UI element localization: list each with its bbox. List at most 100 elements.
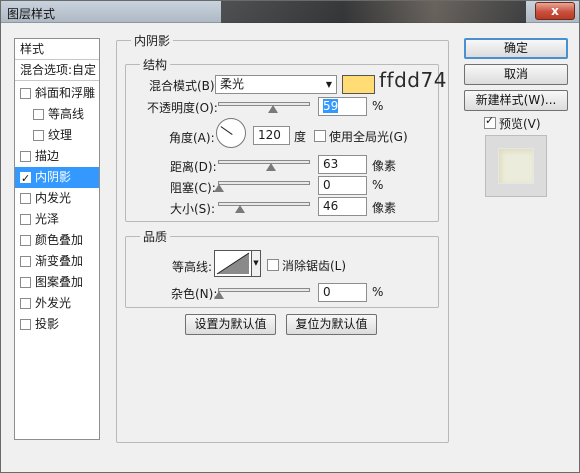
angle-label: 角度(A): xyxy=(169,131,215,145)
style-item-12[interactable]: 投影 xyxy=(15,314,99,335)
contour-dropdown-button[interactable]: ▼ xyxy=(252,250,261,277)
opacity-slider-handle[interactable] xyxy=(268,105,278,113)
choke-label: 阻塞(C): xyxy=(170,181,216,195)
preview-label: 预览(V) xyxy=(499,117,541,131)
distance-label: 距离(D): xyxy=(170,160,217,174)
layer-style-dialog: 图层样式 x 样式 混合选项:自定 斜面和浮雕等高线纹理描边内阴影内发光光泽颜色… xyxy=(0,0,580,473)
style-item-7[interactable]: 光泽 xyxy=(15,209,99,230)
new-style-button[interactable]: 新建样式(W)... xyxy=(464,90,568,111)
noise-slider[interactable] xyxy=(218,288,310,292)
choke-slider[interactable] xyxy=(218,181,310,185)
inner-shadow-title: 内阴影 xyxy=(131,32,174,49)
make-default-button[interactable]: 设置为默认值 xyxy=(185,314,276,335)
contour-curve-icon xyxy=(216,252,250,275)
style-item-8[interactable]: 颜色叠加 xyxy=(15,230,99,251)
blend-mode-select[interactable]: 柔光 ▼ xyxy=(215,75,337,94)
distance-slider-handle[interactable] xyxy=(266,163,276,171)
blend-mode-label: 混合模式(B): xyxy=(149,79,219,93)
contour-picker[interactable] xyxy=(214,250,252,277)
preview-thumbnail xyxy=(485,135,547,197)
style-item-checkbox[interactable] xyxy=(33,130,44,141)
style-item-9[interactable]: 渐变叠加 xyxy=(15,251,99,272)
chevron-down-icon: ▼ xyxy=(325,80,332,89)
style-item-5[interactable]: 内阴影 xyxy=(15,167,99,189)
opacity-slider[interactable] xyxy=(218,102,310,106)
noise-unit: % xyxy=(372,285,384,299)
structure-title: 结构 xyxy=(140,56,171,73)
blend-options-item[interactable]: 混合选项:自定 xyxy=(15,60,99,81)
style-item-1[interactable]: 斜面和浮雕 xyxy=(15,83,99,104)
style-item-10[interactable]: 图案叠加 xyxy=(15,272,99,293)
style-item-4[interactable]: 描边 xyxy=(15,146,99,167)
style-item-label: 投影 xyxy=(35,317,60,331)
style-item-checkbox[interactable] xyxy=(20,256,31,267)
quality-title: 品质 xyxy=(140,228,171,245)
choke-input[interactable]: 0 xyxy=(318,176,367,195)
style-item-label: 外发光 xyxy=(35,296,72,310)
style-item-label: 内发光 xyxy=(35,191,72,205)
opacity-unit: % xyxy=(372,99,384,113)
global-light-label: 使用全局光(G) xyxy=(329,130,408,144)
style-item-label: 渐变叠加 xyxy=(35,254,84,268)
title-bar: 图层样式 x xyxy=(1,1,579,23)
noise-slider-handle[interactable] xyxy=(214,291,224,299)
style-item-checkbox[interactable] xyxy=(20,193,31,204)
style-list-header[interactable]: 样式 xyxy=(15,39,99,60)
shadow-color-swatch[interactable] xyxy=(342,75,375,94)
blend-mode-value: 柔光 xyxy=(220,77,245,91)
angle-input[interactable]: 120 xyxy=(253,126,290,145)
choke-unit: % xyxy=(372,178,384,192)
style-item-checkbox[interactable] xyxy=(20,168,31,189)
ok-button[interactable]: 确定 xyxy=(464,38,568,59)
distance-input[interactable]: 63 xyxy=(318,155,367,174)
style-item-checkbox[interactable] xyxy=(20,151,31,162)
style-item-label: 纹理 xyxy=(48,128,73,142)
cancel-button[interactable]: 取消 xyxy=(464,64,568,85)
style-item-label: 内阴影 xyxy=(35,170,72,184)
style-list: 样式 混合选项:自定 斜面和浮雕等高线纹理描边内阴影内发光光泽颜色叠加渐变叠加图… xyxy=(14,38,100,440)
global-light-checkbox[interactable] xyxy=(314,130,326,142)
close-button[interactable]: x xyxy=(535,2,575,20)
hex-annotation: ffdd74 xyxy=(379,68,447,92)
opacity-input[interactable]: 59 xyxy=(318,97,367,116)
choke-slider-handle[interactable] xyxy=(214,184,224,192)
style-item-checkbox[interactable] xyxy=(20,88,31,99)
distance-slider[interactable] xyxy=(218,160,310,164)
anti-alias-label: 消除锯齿(L) xyxy=(282,259,347,273)
style-item-checkbox[interactable] xyxy=(20,235,31,246)
opacity-label: 不透明度(O): xyxy=(147,101,218,115)
size-unit: 像素 xyxy=(372,201,397,215)
style-item-label: 光泽 xyxy=(35,212,60,226)
style-item-checkbox[interactable] xyxy=(20,298,31,309)
style-item-label: 描边 xyxy=(35,149,60,163)
style-item-label: 颜色叠加 xyxy=(35,233,84,247)
distance-unit: 像素 xyxy=(372,159,397,173)
noise-label: 杂色(N): xyxy=(171,287,218,301)
preview-swatch xyxy=(498,148,534,184)
size-label: 大小(S): xyxy=(170,202,216,216)
reset-default-button[interactable]: 复位为默认值 xyxy=(286,314,377,335)
size-slider-handle[interactable] xyxy=(235,205,245,213)
angle-unit: 度 xyxy=(294,130,307,144)
style-item-checkbox[interactable] xyxy=(20,319,31,330)
style-item-11[interactable]: 外发光 xyxy=(15,293,99,314)
style-item-6[interactable]: 内发光 xyxy=(15,188,99,209)
style-item-2[interactable]: 等高线 xyxy=(15,104,99,125)
size-input[interactable]: 46 xyxy=(318,197,367,216)
window-title: 图层样式 xyxy=(7,7,56,21)
noise-input[interactable]: 0 xyxy=(318,283,367,302)
anti-alias-checkbox[interactable] xyxy=(267,259,279,271)
style-item-checkbox[interactable] xyxy=(20,277,31,288)
style-item-label: 图案叠加 xyxy=(35,275,84,289)
contour-label: 等高线: xyxy=(172,260,213,274)
preview-checkbox[interactable] xyxy=(484,114,496,129)
style-item-3[interactable]: 纹理 xyxy=(15,125,99,146)
angle-dial[interactable] xyxy=(216,118,246,148)
style-item-checkbox[interactable] xyxy=(20,214,31,225)
style-item-label: 等高线 xyxy=(48,107,85,121)
size-slider[interactable] xyxy=(218,202,310,206)
style-item-label: 斜面和浮雕 xyxy=(35,86,96,100)
style-item-checkbox[interactable] xyxy=(33,109,44,120)
background-photo-strip xyxy=(221,1,526,23)
angle-needle xyxy=(220,126,233,135)
